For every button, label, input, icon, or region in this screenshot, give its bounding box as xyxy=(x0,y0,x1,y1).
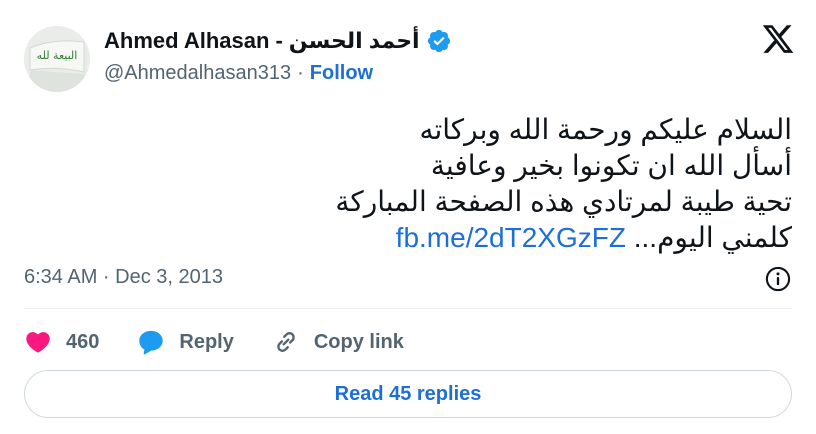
copy-link-label: Copy link xyxy=(313,330,404,353)
tweet-line-last: كلمني اليوم... fb.me/2dT2XGzFZ xyxy=(232,220,792,256)
heart-icon xyxy=(26,332,50,353)
tweet-link[interactable]: fb.me/2dT2XGzFZ xyxy=(396,222,626,253)
tweet-actions: 460 Reply Copy link xyxy=(24,324,442,360)
tweet-line: السلام عليكم ورحمة الله وبركاته xyxy=(419,114,792,145)
handle-separator: · xyxy=(297,61,304,84)
tweet-line: أسأل الله ان تكونوا بخير وعافية xyxy=(430,150,792,181)
tweet-line-text: كلمني اليوم... xyxy=(625,222,792,253)
like-button[interactable]: 460 xyxy=(24,328,99,356)
divider xyxy=(24,308,792,309)
link-icon xyxy=(277,332,295,352)
name-separator: - xyxy=(275,28,283,53)
likes-count: 460 xyxy=(66,330,100,353)
verified-badge-icon xyxy=(426,28,452,54)
reply-button[interactable]: Reply xyxy=(137,328,234,356)
reply-label: Reply xyxy=(179,330,234,353)
tweet-text: السلام عليكم ورحمة الله وبركاته أسأل الل… xyxy=(232,112,792,256)
tweet-line: تحية طيبة لمرتادي هذه الصفحة المباركة xyxy=(335,186,792,217)
author-name[interactable]: Ahmed Alhasan xyxy=(104,28,269,54)
follow-button[interactable]: Follow xyxy=(310,62,373,85)
author-avatar[interactable]: البيعة لله xyxy=(24,26,90,92)
copy-link-button[interactable]: Copy link xyxy=(272,328,404,356)
tweet-timestamp[interactable]: 6:34 AM · Dec 3, 2013 xyxy=(24,266,223,292)
avatar-flag-text: البيعة لله xyxy=(37,49,78,62)
x-logo-icon[interactable] xyxy=(760,22,796,56)
info-icon[interactable] xyxy=(764,265,792,293)
author-handle[interactable]: @Ahmedalhasan313 xyxy=(104,62,291,85)
reply-bubble-icon xyxy=(139,330,164,355)
author-name-arabic[interactable]: أحمد الحسن xyxy=(289,28,420,54)
read-replies-button[interactable]: Read 45 replies xyxy=(24,370,792,418)
